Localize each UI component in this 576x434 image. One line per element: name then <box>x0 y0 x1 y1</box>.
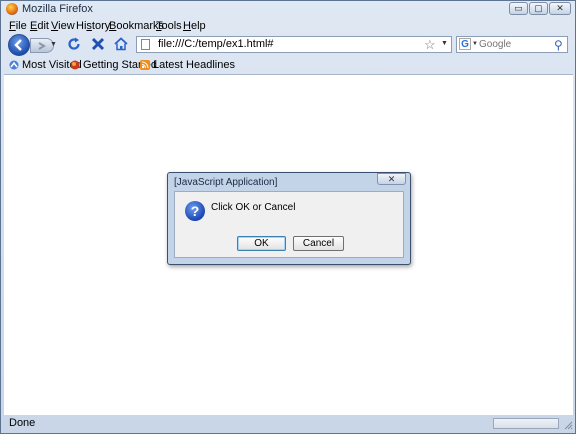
menu-history-pre: Hi <box>76 20 87 32</box>
dialog-message: Click OK or Cancel <box>211 202 296 213</box>
back-button[interactable] <box>8 34 30 56</box>
bookmark-latest-headlines[interactable]: Latest Headlines <box>153 59 235 71</box>
firefox-app-icon <box>6 3 18 15</box>
close-icon: ✕ <box>387 174 396 184</box>
menu-history-label: tory <box>91 20 111 32</box>
resize-grip-icon[interactable] <box>563 420 573 430</box>
menu-help-label: elp <box>190 20 206 32</box>
browser-window: Mozilla Firefox ▭ ▢ ✕ File Edit View His… <box>0 0 576 434</box>
status-text: Done <box>9 417 36 429</box>
dialog-body: ? Click OK or Cancel OK Cancel <box>174 191 404 258</box>
status-progress-bar <box>493 418 559 429</box>
back-arrow-icon <box>14 39 22 51</box>
menu-bar: File Edit View History Bookmarks Tools H… <box>3 19 575 34</box>
search-magnifier-icon[interactable]: ⚲ <box>554 38 563 52</box>
rss-icon <box>140 60 150 70</box>
dialog-title: [JavaScript Application] <box>174 177 278 188</box>
javascript-confirm-dialog: [JavaScript Application] ✕ ? Click OK or… <box>167 172 411 265</box>
home-button[interactable] <box>113 36 129 52</box>
close-icon: ✕ <box>556 3 564 13</box>
most-visited-icon <box>9 60 19 70</box>
menu-tools-label: ools <box>161 20 182 32</box>
menu-file[interactable]: File <box>9 20 27 32</box>
history-dropdown-icon[interactable]: ▼ <box>50 41 57 48</box>
minimize-button[interactable]: ▭ <box>509 2 528 15</box>
minimize-icon: ▭ <box>514 3 523 13</box>
menu-view-label: iew <box>58 20 75 32</box>
menu-file-label: ile <box>15 20 27 32</box>
navigation-toolbar: ▼ file:///C:/temp/ex1.html# ☆ ▼ G ▼ ⚲ <box>3 33 575 57</box>
page-icon <box>141 39 150 50</box>
title-bar: Mozilla Firefox ▭ ▢ ✕ <box>1 1 575 18</box>
menu-file-accesskey: F <box>9 20 16 32</box>
menu-view[interactable]: View <box>51 20 75 32</box>
reload-icon <box>68 37 80 50</box>
menu-tools[interactable]: Tools <box>156 20 182 32</box>
url-text[interactable]: file:///C:/temp/ex1.html# <box>158 38 274 50</box>
status-bar: Done <box>3 415 575 432</box>
cancel-button[interactable]: Cancel <box>293 236 344 251</box>
menu-help[interactable]: Help <box>183 20 206 32</box>
url-bar[interactable]: file:///C:/temp/ex1.html# ☆ ▼ <box>136 36 452 53</box>
search-input[interactable] <box>479 37 549 52</box>
search-bar[interactable]: G ▼ ⚲ <box>456 36 568 53</box>
menu-help-accesskey: H <box>183 20 191 32</box>
firefox-icon <box>70 60 80 70</box>
window-title: Mozilla Firefox <box>22 3 93 15</box>
menu-history[interactable]: History <box>76 20 110 32</box>
google-engine-icon[interactable]: G <box>459 38 471 50</box>
forward-arrow-icon <box>38 42 46 50</box>
close-window-button[interactable]: ✕ <box>549 2 571 15</box>
dialog-close-button[interactable]: ✕ <box>377 173 406 185</box>
maximize-button[interactable]: ▢ <box>529 2 548 15</box>
question-icon: ? <box>185 201 205 221</box>
stop-button[interactable] <box>90 36 106 52</box>
stop-icon <box>91 37 105 51</box>
ok-button[interactable]: OK <box>237 236 286 251</box>
bookmark-star-icon[interactable]: ☆ <box>424 37 436 53</box>
url-dropdown-icon[interactable]: ▼ <box>441 40 448 47</box>
maximize-icon: ▢ <box>534 3 543 13</box>
reload-button[interactable] <box>66 36 82 52</box>
engine-dropdown-icon[interactable]: ▼ <box>472 41 478 47</box>
menu-edit-label: dit <box>37 20 49 32</box>
home-icon <box>114 37 128 51</box>
menu-edit[interactable]: Edit <box>30 20 49 32</box>
bookmarks-toolbar: Most Visited Getting Started Latest Head… <box>3 58 575 73</box>
